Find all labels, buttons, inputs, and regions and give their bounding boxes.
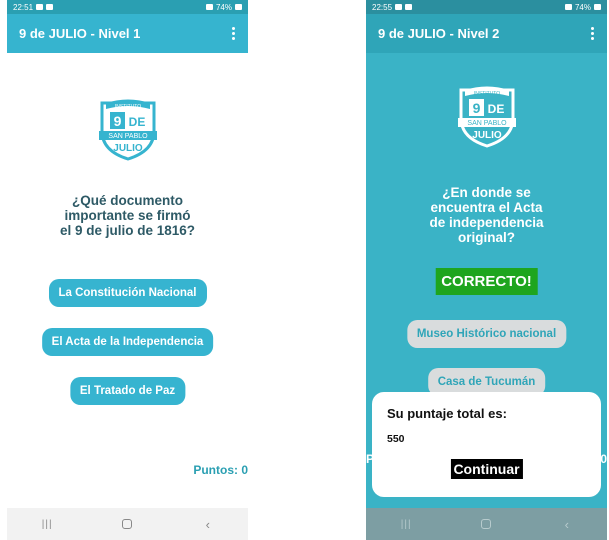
school-logo: INSTITUTO 9 DE SAN PABLO JULIO xyxy=(98,99,157,161)
battery-level: 74% xyxy=(215,2,232,12)
battery-level: 74% xyxy=(574,2,591,12)
battery-icon xyxy=(594,4,601,10)
status-time: 22:51 xyxy=(13,2,34,12)
score-dialog: Su puntaje total es: 550 Continuar xyxy=(372,392,601,497)
answer-button-3[interactable]: El Tratado de Paz xyxy=(69,377,186,405)
score-label-peek-right: 0 xyxy=(600,452,607,466)
notification-icon xyxy=(36,4,44,10)
total-score-value: 550 xyxy=(387,433,405,445)
correct-feedback-badge: CORRECTO! xyxy=(435,268,538,295)
recents-icon[interactable]: ||| xyxy=(399,517,413,531)
home-button[interactable] xyxy=(120,517,134,531)
more-vert-icon[interactable] xyxy=(588,25,597,42)
score-label: Puntos: 0 xyxy=(193,463,248,477)
dialog-title: Su puntaje total es: xyxy=(387,406,507,421)
svg-text:SAN PABLO: SAN PABLO xyxy=(108,133,148,140)
home-icon xyxy=(481,519,492,529)
svg-text:SAN PABLO: SAN PABLO xyxy=(467,120,507,127)
svg-text:DE: DE xyxy=(128,115,145,129)
svg-text:JULIO: JULIO xyxy=(113,143,143,154)
more-vert-icon[interactable] xyxy=(229,25,238,42)
page-title: 9 de JULIO - Nivel 1 xyxy=(19,26,141,41)
answer-button-1[interactable]: Museo Histórico nacional xyxy=(406,320,567,348)
home-button[interactable] xyxy=(479,517,493,531)
back-icon[interactable]: ‹ xyxy=(201,517,215,532)
status-time: 22:55 xyxy=(372,2,393,12)
question-text: ¿Qué documento importante se firmó el 9 … xyxy=(59,193,196,238)
svg-text:9: 9 xyxy=(472,100,480,116)
app-bar: 9 de JULIO - Nivel 1 xyxy=(7,14,248,53)
signal-icon xyxy=(564,4,572,10)
app-bar: 9 de JULIO - Nivel 2 xyxy=(366,14,607,53)
back-icon[interactable]: ‹ xyxy=(560,517,574,532)
svg-text:DE: DE xyxy=(487,102,504,116)
notification-icon xyxy=(405,4,413,10)
school-logo: INSTITUTO 9 DE SAN PABLO JULIO xyxy=(457,86,516,148)
answer-button-1[interactable]: La Constitución Nacional xyxy=(48,279,207,307)
nav-bar: ||| ‹ xyxy=(366,508,607,540)
answer-button-2[interactable]: El Acta de la Independencia xyxy=(41,328,214,356)
question-text: ¿En donde se encuentra el Acta de indepe… xyxy=(429,185,544,245)
home-icon xyxy=(122,519,133,529)
signal-icon xyxy=(205,4,213,10)
nav-bar: ||| ‹ xyxy=(7,508,248,540)
status-bar: 22:51 74% xyxy=(7,0,248,14)
phone-level-1: 22:51 74% 9 de JULIO - Nivel 1 INSTITUTO… xyxy=(7,0,248,540)
status-bar: 22:55 74% xyxy=(366,0,607,14)
svg-text:JULIO: JULIO xyxy=(472,130,502,141)
battery-icon xyxy=(235,4,242,10)
page-title: 9 de JULIO - Nivel 2 xyxy=(378,26,500,41)
svg-text:INSTITUTO: INSTITUTO xyxy=(473,91,499,97)
continue-button[interactable]: Continuar xyxy=(450,459,523,479)
notification-icon xyxy=(395,4,403,10)
svg-text:9: 9 xyxy=(113,113,121,129)
notification-icon xyxy=(46,4,54,10)
svg-text:INSTITUTO: INSTITUTO xyxy=(114,104,140,110)
phone-level-2: 22:55 74% 9 de JULIO - Nivel 2 INSTITUTO… xyxy=(366,0,607,540)
recents-icon[interactable]: ||| xyxy=(40,517,54,531)
